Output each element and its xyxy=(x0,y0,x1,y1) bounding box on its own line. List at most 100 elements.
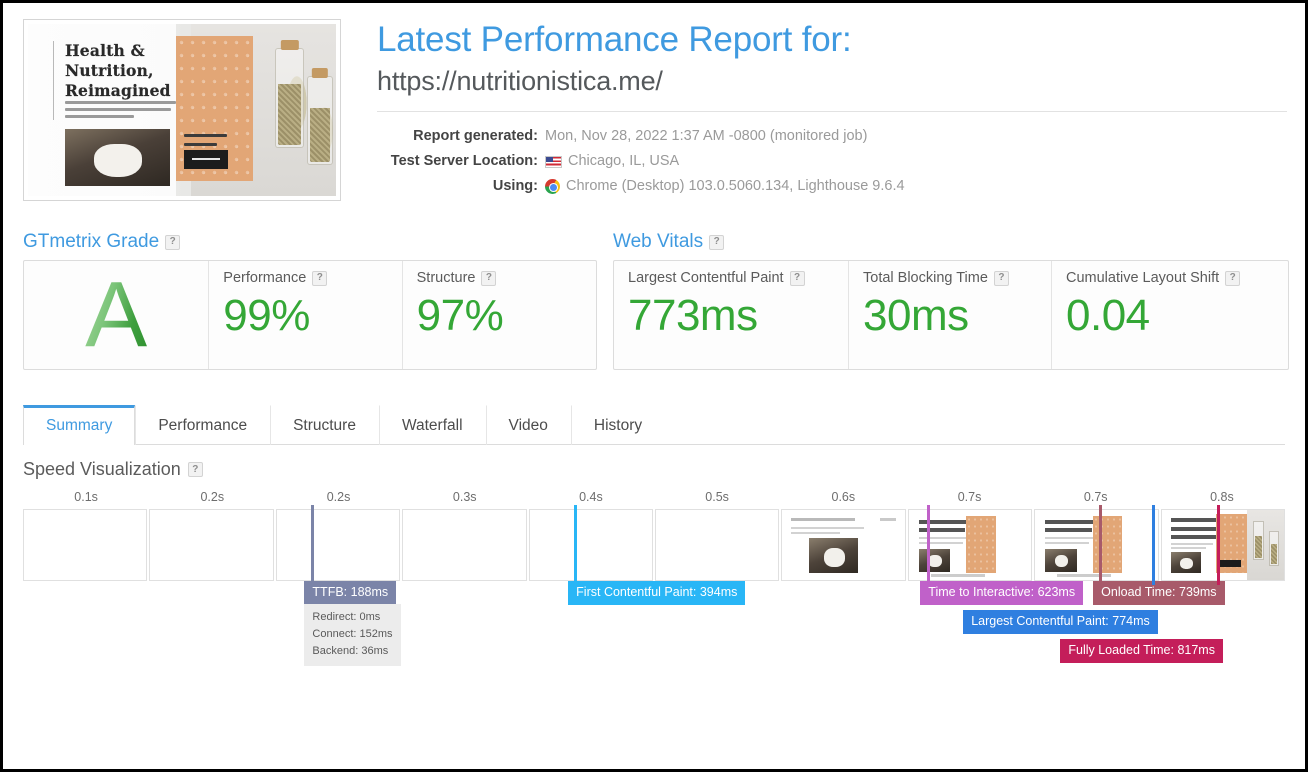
report-header: Health & Nutrition, Reimagined Latest Perf… xyxy=(3,3,1305,201)
meta-label: Using: xyxy=(492,178,538,195)
gtmetrix-grade-label: GTmetrix Grade xyxy=(23,231,160,252)
report-tabs: Summary Performance Structure Waterfall … xyxy=(23,404,1285,445)
metric-cell-lcp: Largest Contentful Paint ? 773ms xyxy=(614,261,849,369)
filmstrip-frame[interactable] xyxy=(907,509,1033,581)
report-generated-value: Mon, Nov 28, 2022 1:37 AM -0800 (monitor… xyxy=(545,128,868,145)
timeline-tick: 0.2s xyxy=(326,490,351,504)
website-screenshot-thumbnail[interactable]: Health & Nutrition, Reimagined xyxy=(23,19,341,201)
structure-value: 97% xyxy=(416,291,504,340)
hero-rule xyxy=(52,41,54,121)
filmstrip-frame[interactable] xyxy=(781,509,906,581)
header-divider xyxy=(377,111,1287,113)
ttfb-breakdown-line: Redirect: 0ms xyxy=(312,611,381,623)
filmstrip-frame[interactable] xyxy=(275,509,401,581)
filmstrip-frame[interactable] xyxy=(402,509,527,581)
event-badge-onload-time[interactable]: Onload Time: 739ms xyxy=(1093,581,1225,605)
speed-visualization-label: Speed Visualization xyxy=(23,459,181,479)
help-icon[interactable]: ? xyxy=(709,234,725,250)
timeline-tick: 0.8s xyxy=(1210,490,1234,504)
lcp-label: Largest Contentful Paint xyxy=(628,270,784,286)
timeline-ticks: 0.1s 0.2s 0.2s 0.3s 0.4s 0.5s 0.6s 0.7s 0.7s 0.8s xyxy=(23,490,1285,509)
filmstrip-frame[interactable] xyxy=(655,509,780,581)
metric-label: Performance ? xyxy=(223,270,387,286)
gtmetrix-grade-block: GTmetrix Grade ? A Performance ? 99% Str… xyxy=(23,231,597,370)
report-page: Health & Nutrition, Reimagined Latest Perf… xyxy=(3,3,1305,769)
meta-label: Report generated: xyxy=(413,128,538,145)
event-badge-ttfb[interactable]: TTFB: 188ms xyxy=(304,581,397,605)
gtmetrix-grade-title: GTmetrix Grade ? xyxy=(23,231,597,253)
ttfb-breakdown-line: Backend: 36ms xyxy=(312,645,389,658)
event-badge-time-to-interactive[interactable]: Time to Interactive: 623ms xyxy=(920,581,1084,605)
lcp-value: 773ms xyxy=(628,291,758,340)
shop-online-button[interactable] xyxy=(183,150,229,169)
page-title: Latest Performance Report for: xyxy=(377,20,852,59)
event-badge-first-contentful-paint[interactable]: First Contentful Paint: 394ms xyxy=(568,581,746,605)
help-icon[interactable]: ? xyxy=(789,270,805,286)
report-url[interactable]: https://nutritionistica.me/ xyxy=(377,66,1287,97)
help-icon[interactable]: ? xyxy=(1225,270,1241,286)
web-vitals-label: Web Vitals xyxy=(613,231,704,252)
metric-label: Total Blocking Time ? xyxy=(863,270,1037,286)
test-server-location-value: Chicago, IL, USA xyxy=(568,153,680,170)
timeline-tick: 0.2s xyxy=(200,490,225,504)
tab-structure[interactable]: Structure xyxy=(270,405,379,445)
filmstrip-frame[interactable] xyxy=(528,509,654,581)
filmstrip-frame[interactable] xyxy=(23,509,148,581)
help-icon[interactable]: ? xyxy=(481,270,497,286)
help-icon[interactable]: ? xyxy=(187,462,203,477)
tab-history[interactable]: History xyxy=(570,405,665,445)
timeline-tick: 0.4s xyxy=(579,490,603,504)
filmstrip-wrapper: 0.1s 0.2s 0.2s 0.3s 0.4s 0.5s 0.6s 0.7s 0.7s 0.8s… xyxy=(23,490,1286,673)
meta-row-report-generated: Report generated: Mon, Nov 28, 2022 1:37… xyxy=(377,124,1287,149)
grade-letter: A xyxy=(85,262,148,367)
cls-label: Cumulative Layout Shift xyxy=(1066,270,1220,286)
report-header-text: Latest Performance Report for: https://n… xyxy=(341,19,1305,201)
filmstrip-frame[interactable] xyxy=(1034,509,1159,581)
jar-icon xyxy=(307,67,334,166)
filmstrip-frame[interactable] xyxy=(1160,509,1286,581)
scores-section: GTmetrix Grade ? A Performance ? 99% Str… xyxy=(3,201,1305,370)
metric-cell-cls: Cumulative Layout Shift ? 0.04 xyxy=(1052,261,1288,369)
filmstrip-frames xyxy=(23,509,1286,581)
filmstrip-frame[interactable] xyxy=(149,509,274,581)
help-icon[interactable]: ? xyxy=(312,270,328,286)
metric-cell-structure: Structure ? 97% xyxy=(403,261,596,369)
tab-waterfall[interactable]: Waterfall xyxy=(378,405,486,445)
meta-row-test-server-location: Test Server Location: Chicago, IL, USA xyxy=(377,149,1287,174)
meta-value: Chrome (Desktop) 103.0.5060.134, Lightho… xyxy=(545,174,905,199)
gtmetrix-grade-card: A Performance ? 99% Structure ? 97% xyxy=(23,260,597,370)
meta-value: Mon, Nov 28, 2022 1:37 AM -0800 (monitor… xyxy=(545,124,867,149)
event-badge-fully-loaded-time[interactable]: Fully Loaded Time: 817ms xyxy=(1060,639,1223,663)
event-badges: TTFB: 188ms First Contentful Paint: 394ms… xyxy=(23,581,1285,673)
help-icon[interactable]: ? xyxy=(165,234,181,250)
jar-icon xyxy=(275,40,305,148)
web-vitals-card: Largest Contentful Paint ? 773ms Total B… xyxy=(613,260,1289,370)
meta-label: Test Server Location: xyxy=(390,153,538,170)
timeline-tick: 0.3s xyxy=(452,490,477,504)
cls-value: 0.04 xyxy=(1066,291,1150,340)
metric-label: Cumulative Layout Shift ? xyxy=(1066,270,1274,286)
tab-video[interactable]: Video xyxy=(485,405,571,445)
us-flag-icon xyxy=(545,155,562,168)
speed-visualization-title: Speed Visualization ? xyxy=(23,459,1285,480)
timeline-tick: 0.7s xyxy=(1083,490,1108,504)
structure-label: Structure xyxy=(416,270,476,286)
tab-summary[interactable]: Summary xyxy=(23,405,136,445)
help-icon[interactable]: ? xyxy=(993,270,1009,286)
speed-visualization-section: Speed Visualization ? 0.1s 0.2s 0.2s 0.3s 0.… xyxy=(3,445,1305,673)
metric-label: Structure ? xyxy=(417,270,582,286)
hero-screenshot-render: Health & Nutrition, Reimagined xyxy=(28,24,336,196)
event-badge-largest-contentful-paint[interactable]: Largest Contentful Paint: 774ms xyxy=(963,610,1158,634)
metric-cell-performance: Performance ? 99% xyxy=(209,261,403,369)
hero-body-text xyxy=(64,101,176,122)
timeline-tick: 0.7s xyxy=(957,490,982,504)
chrome-icon xyxy=(545,179,560,195)
mortar-pestle-photo xyxy=(64,128,170,186)
meta-row-using: Using: Chrome (Desktop) 103.0.5060.134, … xyxy=(377,174,1287,199)
ttfb-breakdown-line: Connect: 152ms xyxy=(312,628,393,641)
metric-cell-tbt: Total Blocking Time ? 30ms xyxy=(849,261,1052,369)
timeline-tick: 0.1s xyxy=(74,490,98,504)
using-value: Chrome (Desktop) 103.0.5060.134, Lightho… xyxy=(566,178,905,195)
tab-performance[interactable]: Performance xyxy=(135,405,270,445)
performance-value: 99% xyxy=(223,291,310,340)
